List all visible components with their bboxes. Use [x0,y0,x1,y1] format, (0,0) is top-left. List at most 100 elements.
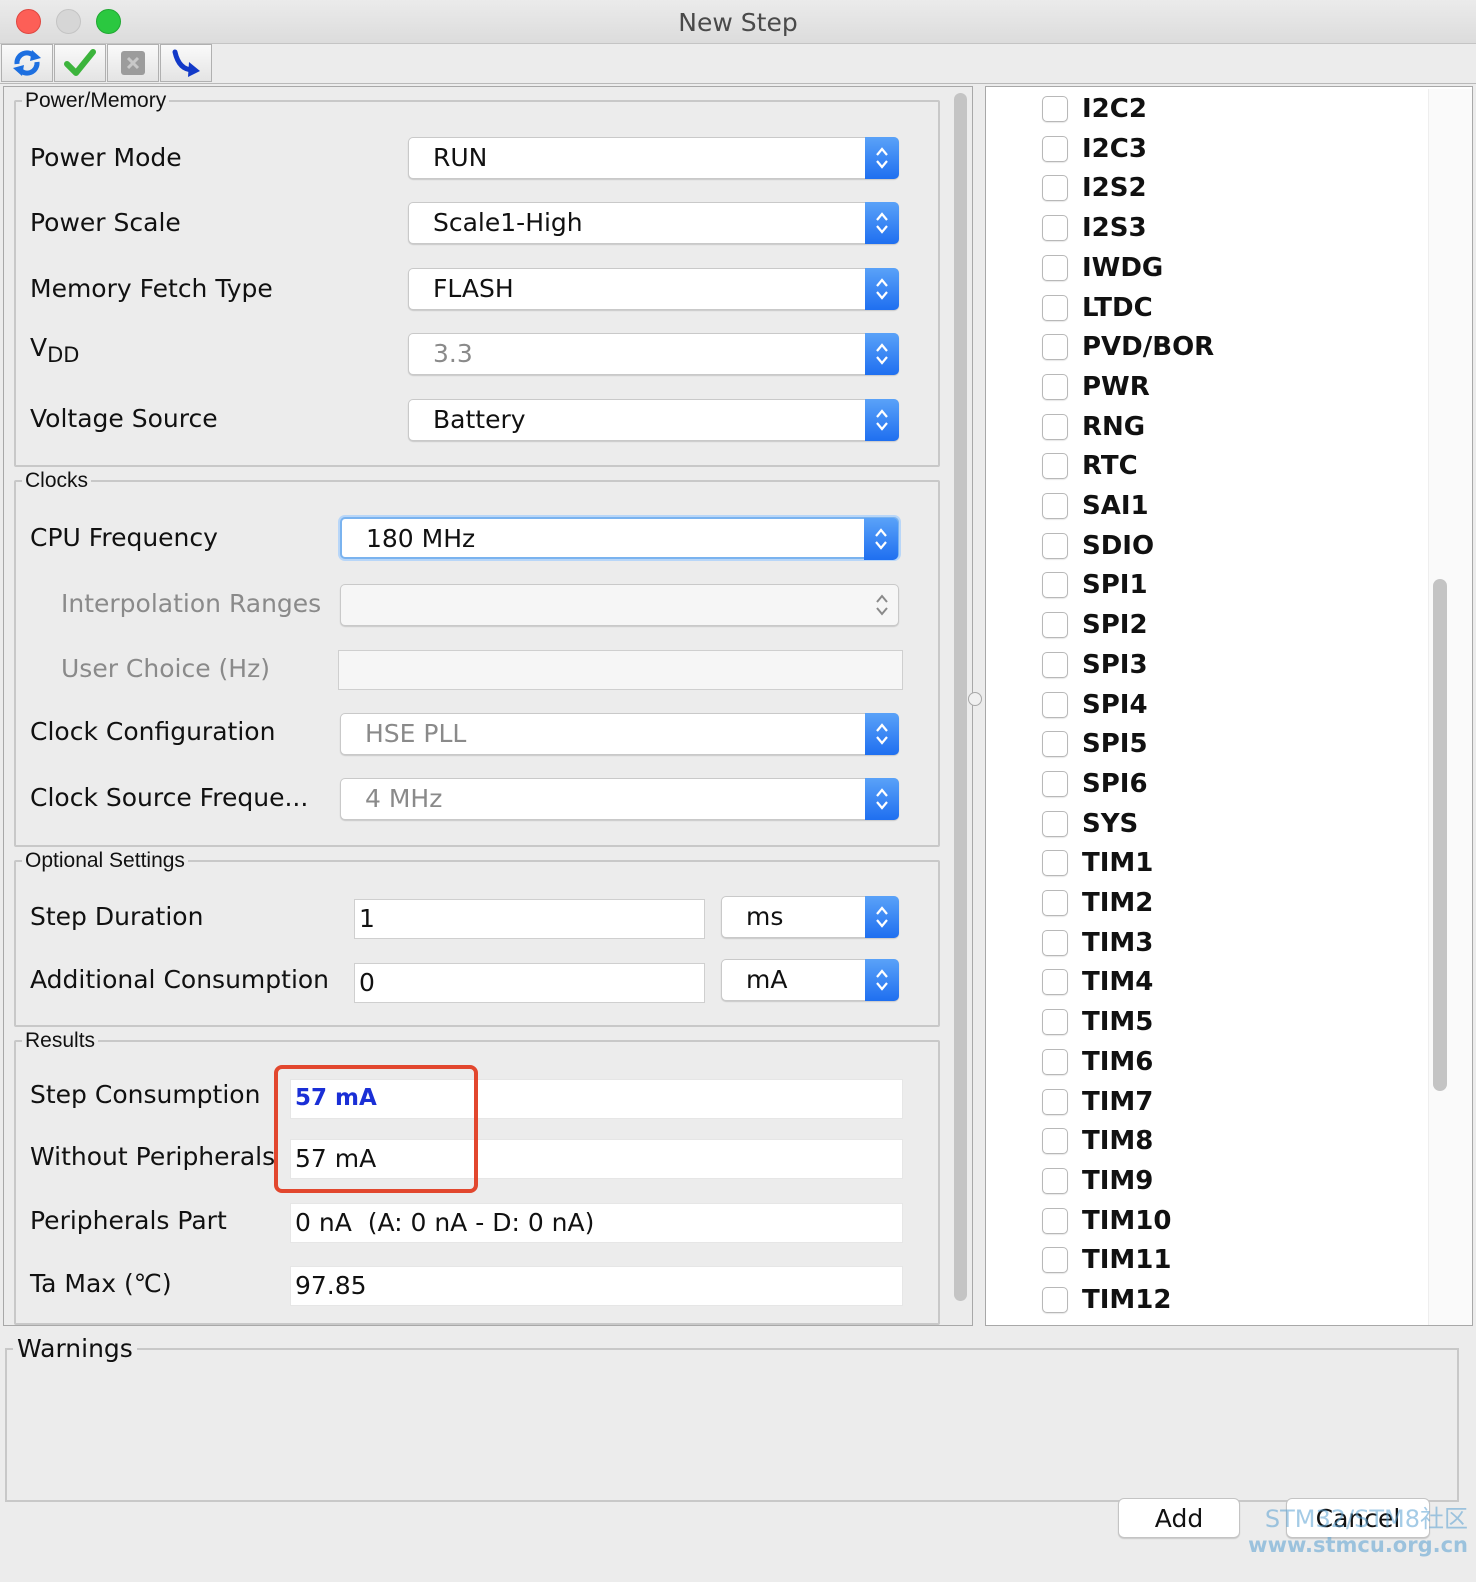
peripheral-checkbox[interactable] [1042,572,1068,599]
peripheral-item[interactable]: I2C3 [1042,131,1147,167]
peripheral-item[interactable]: LTDC [1042,290,1153,326]
cpu-frequency-select[interactable]: 180 MHz [340,517,899,560]
clock-config-select[interactable]: HSE PLL [340,713,899,755]
peripheral-item[interactable]: SDIO [1042,528,1154,564]
chevron-updown-icon [865,399,899,441]
peripheral-item[interactable]: TIM8 [1042,1123,1153,1159]
warnings-legend: Warnings [17,1334,133,1363]
peripheral-checkbox[interactable] [1042,1247,1068,1274]
ta-max-field: 97.85 [290,1266,903,1306]
peripheral-checkbox[interactable] [1042,215,1068,242]
peripheral-item[interactable]: SYS [1042,806,1138,842]
peripheral-checkbox[interactable] [1042,731,1068,758]
peripheral-checkbox[interactable] [1042,1167,1068,1194]
additional-consumption-input[interactable]: 0 [354,963,705,1003]
peripheral-label: SPI5 [1082,729,1148,760]
peripheral-item[interactable]: SPI5 [1042,726,1148,762]
clock-config-label: Clock Configuration [30,717,276,746]
peripheral-item[interactable]: SPI4 [1042,687,1148,723]
splitter-handle[interactable] [968,692,982,706]
peripheral-checkbox[interactable] [1042,254,1068,281]
peripheral-label: I2C3 [1082,133,1147,164]
step-duration-unit-select[interactable]: ms [721,896,899,938]
peripheral-item[interactable]: PVD/BOR [1042,329,1214,365]
peripheral-checkbox[interactable] [1042,691,1068,718]
peripheral-item[interactable]: SPI6 [1042,766,1148,802]
peripheral-checkbox[interactable] [1042,1009,1068,1036]
peripheral-item[interactable]: SAI1 [1042,488,1149,524]
left-scrollbar-thumb[interactable] [954,93,967,1301]
peripheral-checkbox[interactable] [1042,334,1068,361]
peripheral-checkbox[interactable] [1042,493,1068,519]
peripheral-item[interactable]: RNG [1042,409,1145,445]
peripheral-checkbox[interactable] [1042,96,1068,122]
refresh-button[interactable] [1,44,53,82]
left-scrollbar[interactable] [950,89,970,1325]
peripheral-item[interactable]: TIM9 [1042,1163,1153,1199]
peripheral-item[interactable]: TIM12 [1042,1282,1171,1318]
peripheral-checkbox[interactable] [1042,373,1068,400]
peripheral-item[interactable]: TIM11 [1042,1242,1171,1278]
peripheral-item[interactable]: I2S3 [1042,210,1147,246]
peripheral-checkbox[interactable] [1042,850,1068,877]
peripheral-item[interactable]: RTC [1042,448,1138,484]
peripheral-checkbox[interactable] [1042,890,1068,916]
peripheral-checkbox[interactable] [1042,1128,1068,1155]
voltage-source-select[interactable]: Battery [408,399,899,441]
peripheral-checkbox[interactable] [1042,453,1068,480]
peripheral-item[interactable]: TIM10 [1042,1203,1171,1239]
peripheral-checkbox[interactable] [1042,651,1068,678]
additional-unit-select[interactable]: mA [721,959,899,1001]
voltage-source-label: Voltage Source [30,404,218,433]
peripheral-checkbox[interactable] [1042,810,1068,837]
peripheral-item[interactable]: TIM4 [1042,964,1153,1000]
peripheral-checkbox[interactable] [1042,294,1068,321]
peripheral-item[interactable]: PWR [1042,369,1150,405]
peripheral-checkbox[interactable] [1042,612,1068,639]
peripheral-item[interactable]: TIM5 [1042,1004,1153,1040]
peripheral-label: I2S3 [1082,213,1147,244]
peripheral-item[interactable]: I2C2 [1042,91,1147,127]
jump-button[interactable] [160,44,212,82]
peripheral-item[interactable]: TIM7 [1042,1084,1153,1120]
peripheral-item[interactable]: TIM6 [1042,1044,1153,1080]
voltage-source-value: Battery [433,405,526,434]
peripheral-checkbox[interactable] [1042,929,1068,956]
peripheral-item[interactable]: I2S2 [1042,170,1147,206]
power-mode-select[interactable]: RUN [408,137,899,179]
peripheral-checkbox[interactable] [1042,532,1068,559]
power-mode-value: RUN [433,143,488,172]
peripheral-checkbox[interactable] [1042,135,1068,162]
peripheral-item[interactable]: SPI2 [1042,607,1148,643]
peripheral-item[interactable]: SPI3 [1042,647,1148,683]
peripheral-checkbox[interactable] [1042,175,1068,202]
step-duration-input[interactable]: 1 [354,899,705,939]
peripheral-item[interactable]: TIM3 [1042,925,1153,961]
peripheral-label: TIM10 [1082,1205,1172,1236]
peripheral-checkbox[interactable] [1042,413,1068,440]
peripheral-item[interactable]: TIM1 [1042,845,1153,881]
power-scale-select[interactable]: Scale1-High [408,202,899,244]
peripheral-checkbox[interactable] [1042,969,1068,996]
right-scrollbar[interactable] [1428,89,1472,1325]
peripheral-checkbox[interactable] [1042,1048,1068,1075]
title-bar: New Step [0,0,1476,44]
delete-button[interactable] [107,44,159,82]
vdd-select[interactable]: 3.3 [408,333,899,375]
peripheral-checkbox[interactable] [1042,1207,1068,1234]
validate-button[interactable] [54,44,106,82]
peripheral-checkbox[interactable] [1042,770,1068,797]
right-scrollbar-thumb[interactable] [1433,579,1447,1091]
clocks-legend: Clocks [25,469,89,492]
add-button[interactable]: Add [1118,1498,1240,1538]
memory-fetch-select[interactable]: FLASH [408,268,899,310]
results-legend: Results [25,1029,96,1052]
peripheral-checkbox[interactable] [1042,1088,1068,1115]
interpolation-select[interactable] [340,584,899,626]
user-choice-input[interactable] [338,650,903,690]
peripheral-item[interactable]: IWDG [1042,250,1163,286]
clock-source-select[interactable]: 4 MHz [340,778,899,820]
peripheral-checkbox[interactable] [1042,1287,1068,1313]
peripheral-item[interactable]: SPI1 [1042,567,1148,603]
peripheral-item[interactable]: TIM2 [1042,885,1153,921]
